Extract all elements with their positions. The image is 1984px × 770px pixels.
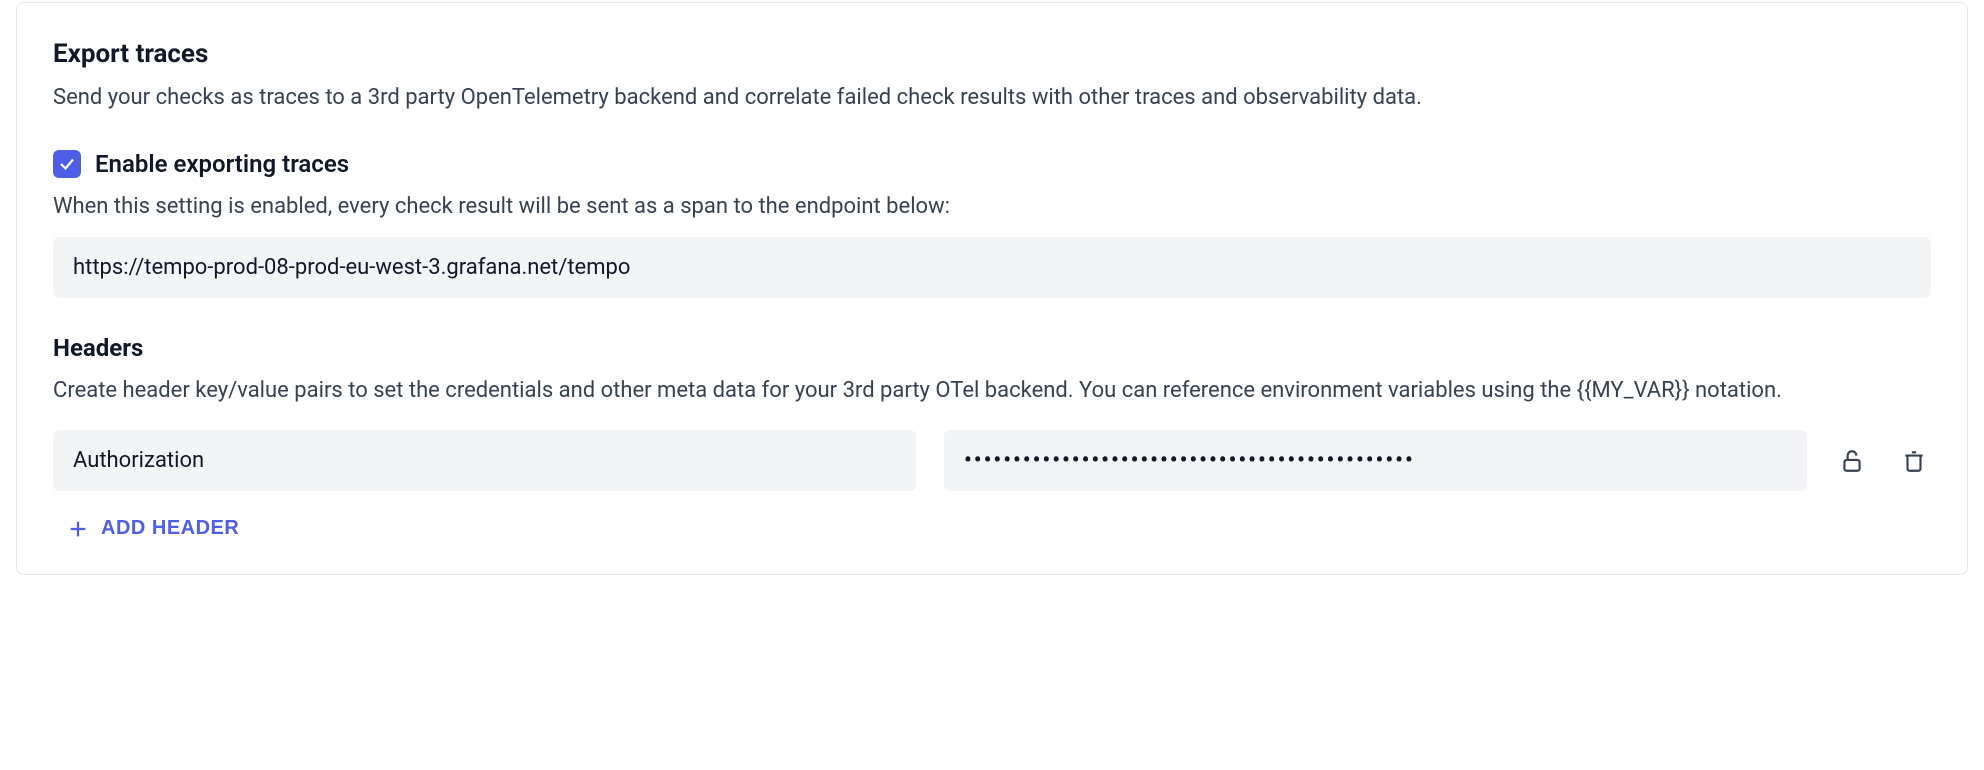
enable-traces-label: Enable exporting traces (95, 150, 349, 178)
enable-traces-checkbox[interactable] (53, 150, 81, 178)
headers-description: Create header key/value pairs to set the… (53, 374, 1931, 408)
enable-help-text: When this setting is enabled, every chec… (53, 190, 1931, 223)
enable-traces-row: Enable exporting traces (53, 150, 1931, 178)
endpoint-input[interactable] (53, 237, 1931, 298)
header-row (53, 430, 1931, 491)
headers-title: Headers (53, 334, 1931, 362)
add-header-label: ADD HEADER (101, 517, 239, 540)
lock-toggle-button[interactable] (1835, 444, 1869, 478)
unlock-icon (1839, 448, 1865, 474)
delete-header-button[interactable] (1897, 444, 1931, 478)
add-header-button[interactable]: ADD HEADER (53, 511, 253, 546)
export-traces-card: Export traces Send your checks as traces… (16, 2, 1968, 575)
check-icon (58, 155, 76, 173)
header-value-input[interactable] (944, 430, 1807, 491)
header-key-input[interactable] (53, 430, 916, 491)
section-title: Export traces (53, 39, 1931, 69)
plus-icon (67, 518, 89, 540)
trash-icon (1901, 448, 1927, 474)
section-description: Send your checks as traces to a 3rd part… (53, 81, 1931, 114)
